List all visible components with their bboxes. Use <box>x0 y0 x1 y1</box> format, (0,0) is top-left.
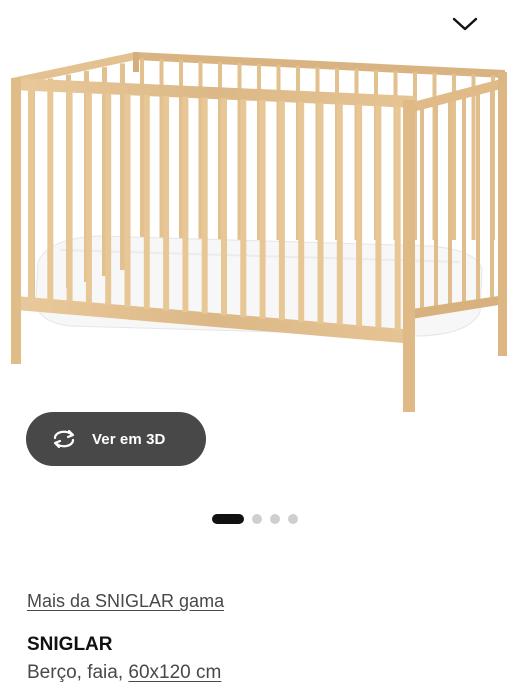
view-in-3d-button[interactable]: Ver em 3D <box>26 412 206 466</box>
size-link[interactable]: 60x120 cm <box>128 662 221 683</box>
gallery-dot-2[interactable] <box>252 514 262 524</box>
collapse-button[interactable] <box>452 16 482 40</box>
range-link[interactable]: Mais da SNIGLAR gama <box>27 591 224 612</box>
gallery-dot-3[interactable] <box>270 514 280 524</box>
chevron-down-icon <box>452 17 478 31</box>
gallery-dot-1[interactable] <box>212 514 244 524</box>
product-image[interactable] <box>0 0 521 420</box>
view-in-3d-label: Ver em 3D <box>92 430 166 448</box>
product-description: Berço, faia, 60x120 cm <box>27 662 221 684</box>
rotate-3d-icon <box>53 429 75 449</box>
crib-illustration <box>11 52 507 412</box>
product-name: SNIGLAR <box>27 634 113 655</box>
product-type: Berço, faia, <box>27 662 129 683</box>
gallery-dot-4[interactable] <box>288 514 298 524</box>
gallery-pagination <box>212 514 298 524</box>
